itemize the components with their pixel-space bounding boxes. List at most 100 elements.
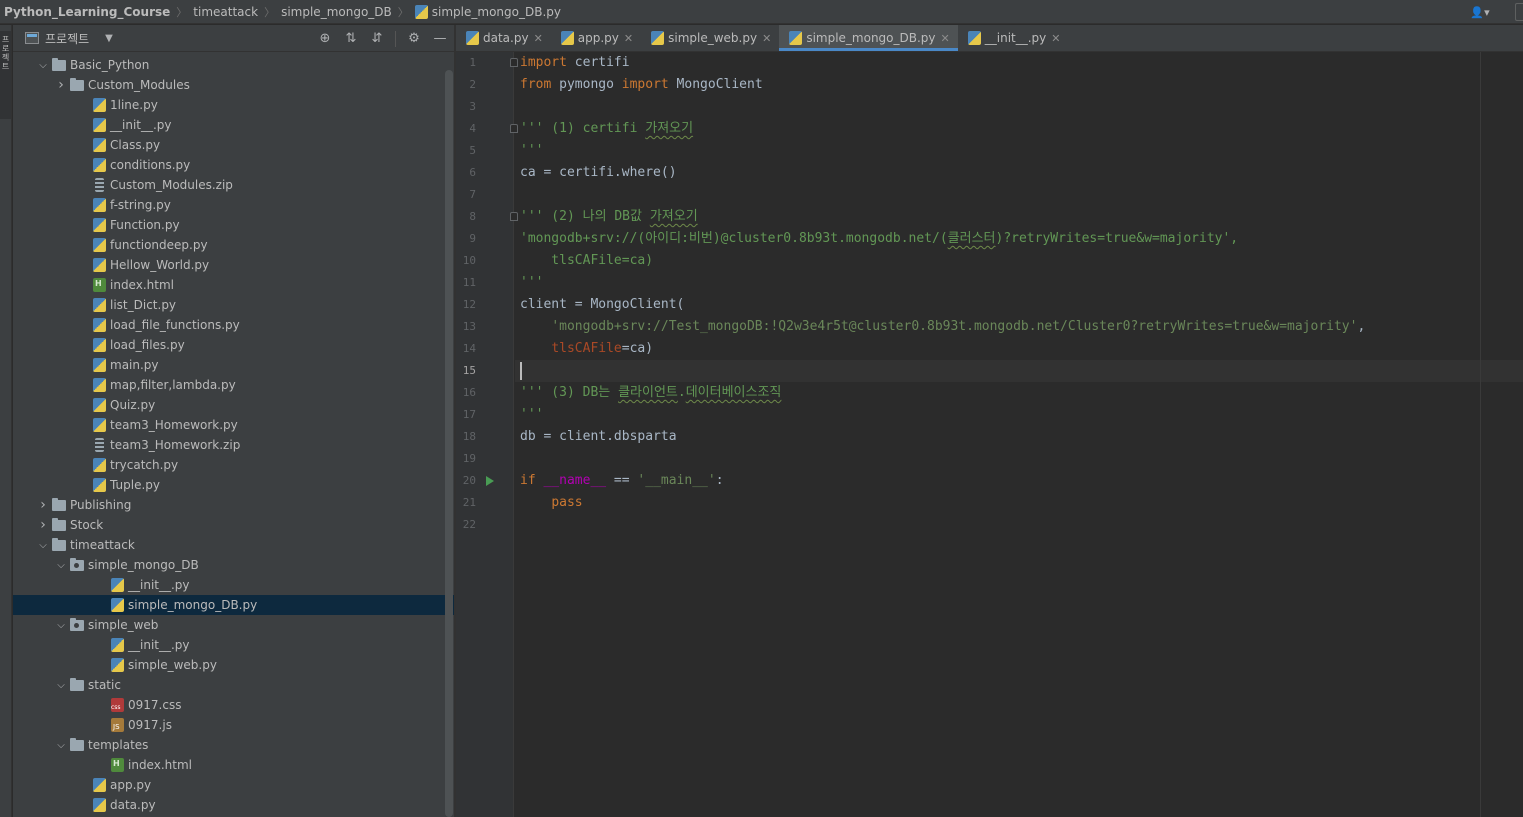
chevron-down-icon[interactable]: ⌵ [55,680,67,691]
project-panel-toolbar: ⊕ ⇅ ⇵ ⚙ — [317,25,448,52]
tree-item[interactable]: ⌵ templates [13,735,454,755]
tree-item[interactable]: ⌵ simple_mongo_DB [13,555,454,575]
tree-item[interactable]: ⌵ simple_web [13,615,454,635]
line-number: 7 [469,188,476,201]
code-line: ''' [520,272,543,294]
tree-item-label: map,filter,lambda.py [110,378,236,392]
tree-item[interactable]: team3_Homework.py [13,415,454,435]
tree-item[interactable]: simple_mongo_DB.py [13,595,454,615]
tree-item[interactable]: › Stock [13,515,454,535]
code-token: ''' [520,275,544,290]
project-panel-title: 프로젝트 [45,31,90,46]
python-file-icon [93,258,106,272]
tree-item[interactable]: Hellow_World.py [13,255,454,275]
chevron-right-icon[interactable]: › [37,497,49,513]
folder-icon [70,737,84,751]
tree-item[interactable]: 0917.css [13,695,454,715]
tree-item[interactable]: conditions.py [13,155,454,175]
code-line: if __name__ == '__main__': [520,470,724,492]
fold-marker-icon[interactable] [510,124,518,133]
chevron-down-icon[interactable]: ▼ [105,33,113,44]
chevron-down-icon[interactable]: ⌵ [37,540,49,551]
tree-item-label: load_files.py [110,338,185,352]
fold-marker-icon[interactable] [510,58,518,67]
breadcrumb-item[interactable]: timeattack [193,5,258,19]
chevron-right-icon[interactable]: › [37,517,49,533]
editor-tab[interactable]: app.py ✕ [551,25,641,51]
tree-item[interactable]: simple_web.py [13,655,454,675]
tree-item[interactable]: list_Dict.py [13,295,454,315]
editor-tab[interactable]: simple_web.py ✕ [641,25,779,51]
editor-tab[interactable]: simple_mongo_DB.py ✕ [779,25,959,51]
breadcrumb-item[interactable]: Python_Learning_Course [4,5,170,19]
tree-item-label: templates [88,738,149,752]
tree-item[interactable]: Quiz.py [13,395,454,415]
expand-all-icon[interactable]: ⇅ [343,31,359,47]
hide-panel-icon[interactable]: — [432,31,448,47]
project-view-selector[interactable]: 프로젝트 ▼ [25,30,113,47]
tree-item[interactable]: Class.py [13,135,454,155]
chevron-down-icon[interactable]: ⌵ [55,740,67,751]
fold-marker-icon[interactable] [510,212,518,221]
project-panel: 프로젝트 ▼ ⊕ ⇅ ⇵ ⚙ — ⌵ Basic_Python › Custom_Mo… [13,25,454,817]
tree-item[interactable]: index.html [13,275,454,295]
chevron-down-icon[interactable]: ⌵ [37,60,49,71]
editor-tab-label: data.py [483,31,529,45]
package-folder-icon [70,557,84,571]
chevron-down-icon[interactable]: ⌵ [55,560,67,571]
close-icon[interactable]: ✕ [624,32,633,45]
code-token: client = MongoClient( [520,297,685,312]
tree-item[interactable]: main.py [13,355,454,375]
code-token: ''' [520,407,544,422]
tree-item[interactable]: __init__.py [13,635,454,655]
user-account-icon[interactable]: 👤▾ [1465,2,1495,22]
tree-item[interactable]: 0917.js [13,715,454,735]
collapse-all-icon[interactable]: ⇵ [369,31,385,47]
close-icon[interactable]: ✕ [1051,32,1060,45]
tree-item[interactable]: 1line.py [13,95,454,115]
close-icon[interactable]: ✕ [762,32,771,45]
locate-file-icon[interactable]: ⊕ [317,31,333,47]
tree-item[interactable]: Function.py [13,215,454,235]
code-token: MongoClient [668,77,763,92]
tree-item[interactable]: data.py [13,795,454,815]
tree-item[interactable]: map,filter,lambda.py [13,375,454,395]
stripe-label-char: 트 [1,62,10,71]
editor-tab[interactable]: __init__.py ✕ [958,25,1069,51]
tree-item[interactable]: ⌵ static [13,675,454,695]
breadcrumb-item[interactable]: simple_mongo_DB.py [414,4,561,19]
toolbar-edge-button[interactable] [1515,3,1523,21]
tree-item[interactable]: index.html [13,755,454,775]
gear-icon[interactable]: ⚙ [406,31,422,47]
tree-item[interactable]: app.py [13,775,454,795]
tree-item[interactable]: __init__.py [13,115,454,135]
tree-item[interactable]: ⌵ Basic_Python [13,55,454,75]
tree-item[interactable]: team3_Homework.zip [13,435,454,455]
chevron-right-icon[interactable]: › [55,77,67,93]
editor-tab[interactable]: data.py ✕ [456,25,551,51]
project-tool-window-tab[interactable]: 프로젝트 [0,31,11,119]
tree-item[interactable]: functiondeep.py [13,235,454,255]
breadcrumb-item[interactable]: simple_mongo_DB [281,5,392,19]
code-token: db = client.dbsparta [520,429,677,444]
close-icon[interactable]: ✕ [941,32,950,45]
code-editor[interactable]: 1 2 3 4 5 6 7 8 9 10 11 12 13 14 15 16 17 18 19 20 21 22 impo… [456,52,1523,817]
tree-item[interactable]: f-string.py [13,195,454,215]
tree-item[interactable]: Custom_Modules.zip [13,175,454,195]
tree-item[interactable]: › Custom_Modules [13,75,454,95]
code-line: ''' [520,140,543,162]
run-icon[interactable] [486,476,494,486]
tree-item[interactable]: trycatch.py [13,455,454,475]
tree-item[interactable]: › Publishing [13,495,454,515]
tree-item-label: app.py [110,778,152,792]
line-number: 3 [469,100,476,113]
tree-item[interactable]: load_file_functions.py [13,315,454,335]
tree-item[interactable]: ⌵ timeattack [13,535,454,555]
tree-item[interactable]: __init__.py [13,575,454,595]
tree-item[interactable]: Tuple.py [13,475,454,495]
project-scrollbar[interactable] [445,70,453,817]
close-icon[interactable]: ✕ [534,32,543,45]
chevron-down-icon[interactable]: ⌵ [55,620,67,631]
tree-item[interactable]: load_files.py [13,335,454,355]
